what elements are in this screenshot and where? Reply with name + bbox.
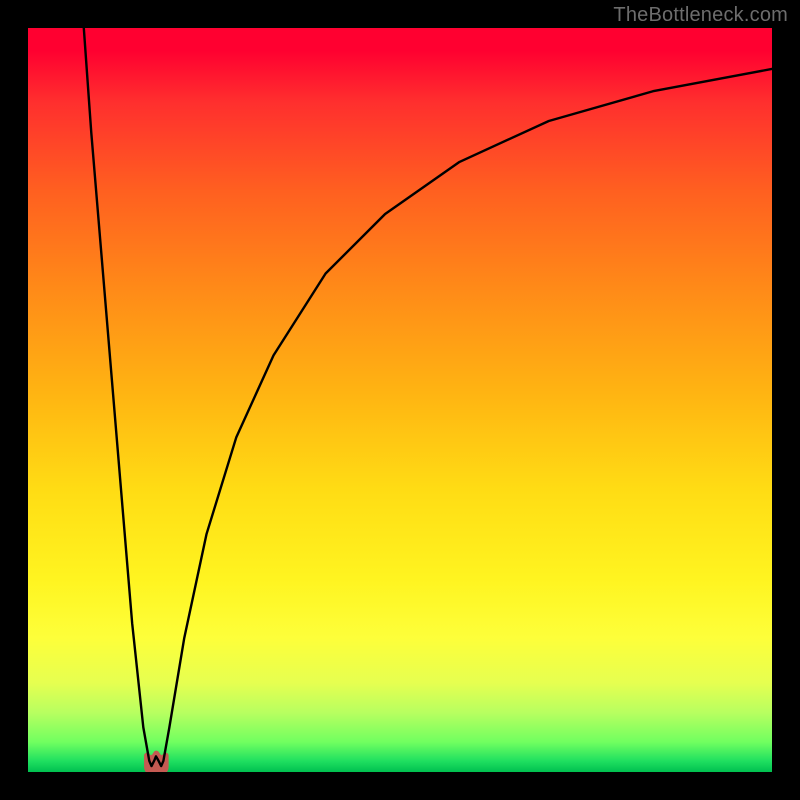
plot-area [28, 28, 772, 772]
curve-svg [28, 28, 772, 772]
watermark-text: TheBottleneck.com [613, 4, 788, 27]
bottleneck-curve [84, 28, 772, 766]
chart-frame: TheBottleneck.com [0, 0, 800, 800]
